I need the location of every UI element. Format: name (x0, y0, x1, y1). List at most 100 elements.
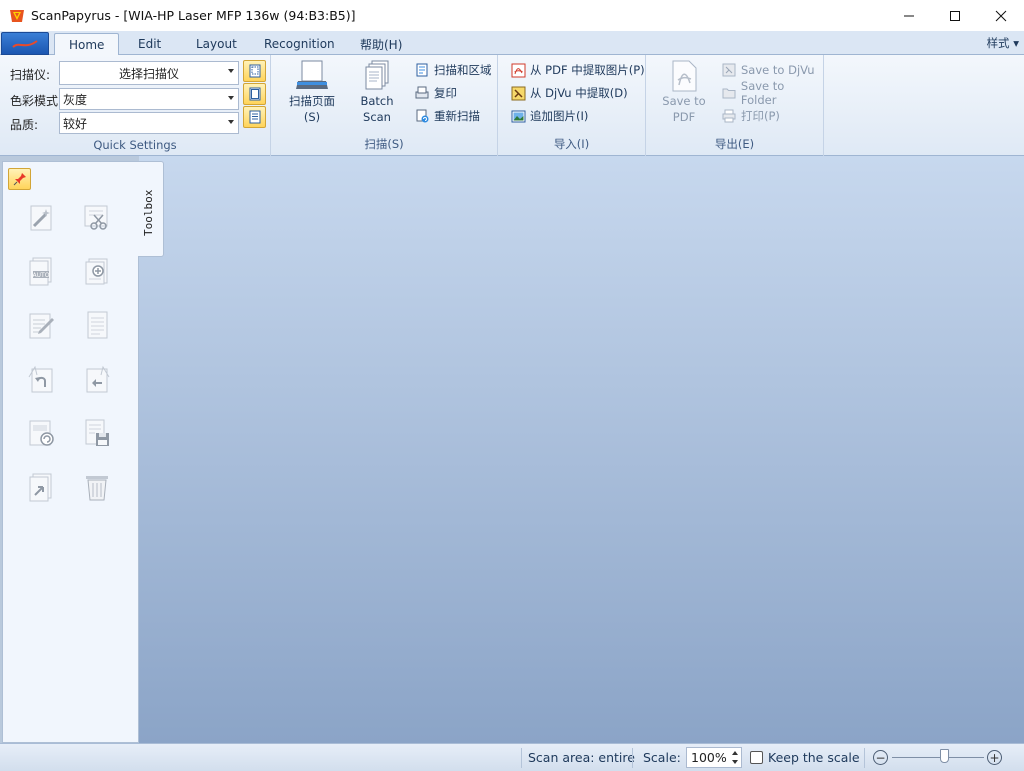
spin-up-icon[interactable] (732, 751, 738, 755)
rescan-button[interactable]: 重新扫描 (414, 106, 480, 126)
zoom-out-button[interactable]: − (873, 750, 888, 765)
maximize-button[interactable] (932, 0, 978, 31)
scan-area-select-button[interactable] (243, 60, 266, 82)
batch-scan-label-1: Batch (360, 94, 394, 108)
scanner-label: 扫描仪: (10, 68, 51, 82)
color-mode-value: 灰度 (63, 92, 88, 107)
scan-page-button[interactable]: 扫描页面(S) (281, 59, 343, 125)
application-menu-button[interactable] (1, 32, 49, 55)
style-menu[interactable]: 样式 ▾ (987, 35, 1019, 51)
save-to-folder-button[interactable]: Save to Folder (721, 79, 823, 107)
save-page-tool[interactable] (79, 415, 115, 451)
scan-and-area-label: 扫描和区域 (434, 63, 492, 77)
document-canvas[interactable] (139, 156, 1024, 743)
delete-page-tool[interactable] (79, 469, 115, 505)
scan-group-label: 扫描(S) (364, 137, 404, 151)
quality-select[interactable]: 较好 (59, 112, 239, 134)
refresh-page-icon (29, 420, 54, 446)
scale-label: Scale: (643, 750, 681, 765)
save-to-djvu-button[interactable]: Save to DjVu (721, 60, 815, 80)
save-to-pdf-label-1: Save to (662, 94, 706, 108)
tab-layout[interactable]: Layout (182, 33, 251, 55)
save-page-icon (85, 419, 109, 446)
import-group: 从 PDF 中提取图片(P) 从 DjVu 中提取(D) 追加图片(I) 导入(… (498, 55, 646, 156)
statusbar-divider (521, 748, 522, 768)
print-label: 打印(P) (741, 109, 780, 123)
save-to-pdf-label-2: PDF (672, 110, 696, 124)
color-mode-select[interactable]: 灰度 (59, 88, 239, 110)
magic-wand-icon (30, 205, 52, 231)
zoom-in-button[interactable]: + (987, 750, 1002, 765)
move-page-tool[interactable] (23, 469, 59, 505)
printer-icon (721, 108, 737, 124)
refresh-page-tool[interactable] (23, 415, 59, 451)
pin-button[interactable] (8, 168, 31, 190)
scale-value: 100% (691, 750, 727, 765)
pdf-icon (510, 62, 526, 78)
extract-from-djvu-button[interactable]: 从 DjVu 中提取(D) (510, 83, 628, 103)
scan-group: 扫描页面(S) Batch Scan 扫描和区域 复印 重新扫描 扫描(S) (271, 55, 498, 156)
minimize-button[interactable] (886, 0, 932, 31)
ribbon-panel: 扫描仪: 选择扫描仪 色彩模式: 灰度 品质: 较好 Quick Setting… (0, 55, 1024, 156)
copy-icon (414, 85, 430, 101)
tab-edit[interactable]: Edit (124, 33, 175, 55)
save-to-pdf-button[interactable]: Save to PDF (658, 59, 710, 125)
statusbar-divider (632, 748, 633, 768)
close-icon (995, 10, 1007, 21)
save-to-folder-label: Save to Folder (740, 79, 785, 107)
toolbox-panel: AUTO (2, 161, 139, 743)
auto-process-tool[interactable]: AUTO (23, 253, 59, 289)
maximize-icon (950, 10, 960, 21)
rotate-left-tool[interactable] (23, 361, 59, 397)
app-logo-icon (10, 9, 24, 22)
close-button[interactable] (978, 0, 1024, 31)
cut-page-tool[interactable] (79, 199, 115, 235)
print-button[interactable]: 打印(P) (721, 106, 780, 126)
folder-icon (721, 85, 737, 101)
djvu-icon (510, 85, 526, 101)
chevron-down-icon (228, 120, 234, 124)
status-bar: Scan area: entire Scale: 100% Keep the s… (0, 743, 1024, 771)
blank-page-tool[interactable] (79, 307, 115, 343)
add-page-tool[interactable] (79, 253, 115, 289)
extract-from-pdf-button[interactable]: 从 PDF 中提取图片(P) (510, 60, 645, 80)
scanner-value: 选择扫描仪 (118, 66, 179, 81)
edit-page-tool[interactable] (23, 307, 59, 343)
move-page-icon (29, 473, 52, 502)
tab-recognition[interactable]: Recognition (250, 33, 349, 55)
full-page-button[interactable] (243, 83, 266, 105)
zoom-slider-thumb[interactable] (940, 749, 949, 763)
export-group: Save to PDF Save to DjVu Save to Folder … (646, 55, 824, 156)
tab-help[interactable]: 帮助(H) (346, 33, 416, 55)
pdf-document-icon (672, 60, 697, 92)
batch-scan-button[interactable]: Batch Scan (351, 59, 403, 125)
copy-button[interactable]: 复印 (414, 83, 457, 103)
minimize-icon (904, 15, 914, 16)
text-page-button[interactable] (243, 106, 266, 128)
blank-page-icon (87, 311, 108, 339)
scan-and-area-button[interactable]: 扫描和区域 (414, 60, 492, 80)
export-group-label: 导出(E) (714, 137, 755, 151)
scale-input[interactable]: 100% (686, 747, 742, 768)
title-bar: ScanPapyrus - [WIA-HP Laser MFP 136w (94… (0, 0, 1024, 31)
toolbox-tab[interactable]: Toolbox (138, 161, 164, 257)
add-image-button[interactable]: 追加图片(I) (510, 106, 588, 126)
spin-down-icon[interactable] (732, 760, 738, 764)
quick-settings-group: 扫描仪: 选择扫描仪 色彩模式: 灰度 品质: 较好 Quick Setting… (0, 55, 271, 156)
statusbar-divider (864, 748, 865, 768)
color-mode-label: 色彩模式: (10, 94, 63, 108)
svg-text:AUTO: AUTO (33, 272, 50, 279)
rotate-right-tool[interactable] (79, 361, 115, 397)
magic-wand-tool[interactable] (23, 199, 59, 235)
tab-home[interactable]: Home (54, 33, 120, 56)
batch-pages-icon (365, 60, 389, 90)
edit-page-icon (29, 313, 54, 339)
save-to-djvu-label: Save to DjVu (741, 63, 815, 77)
zoom-in-icon: + (989, 750, 1000, 765)
cut-page-icon (84, 205, 108, 230)
zoom-slider-track[interactable] (892, 757, 984, 758)
scanner-select[interactable]: 选择扫描仪 (59, 61, 239, 85)
keep-scale-checkbox[interactable] (750, 751, 763, 764)
app-menu-icon (12, 39, 38, 48)
import-group-label: 导入(I) (553, 137, 590, 151)
